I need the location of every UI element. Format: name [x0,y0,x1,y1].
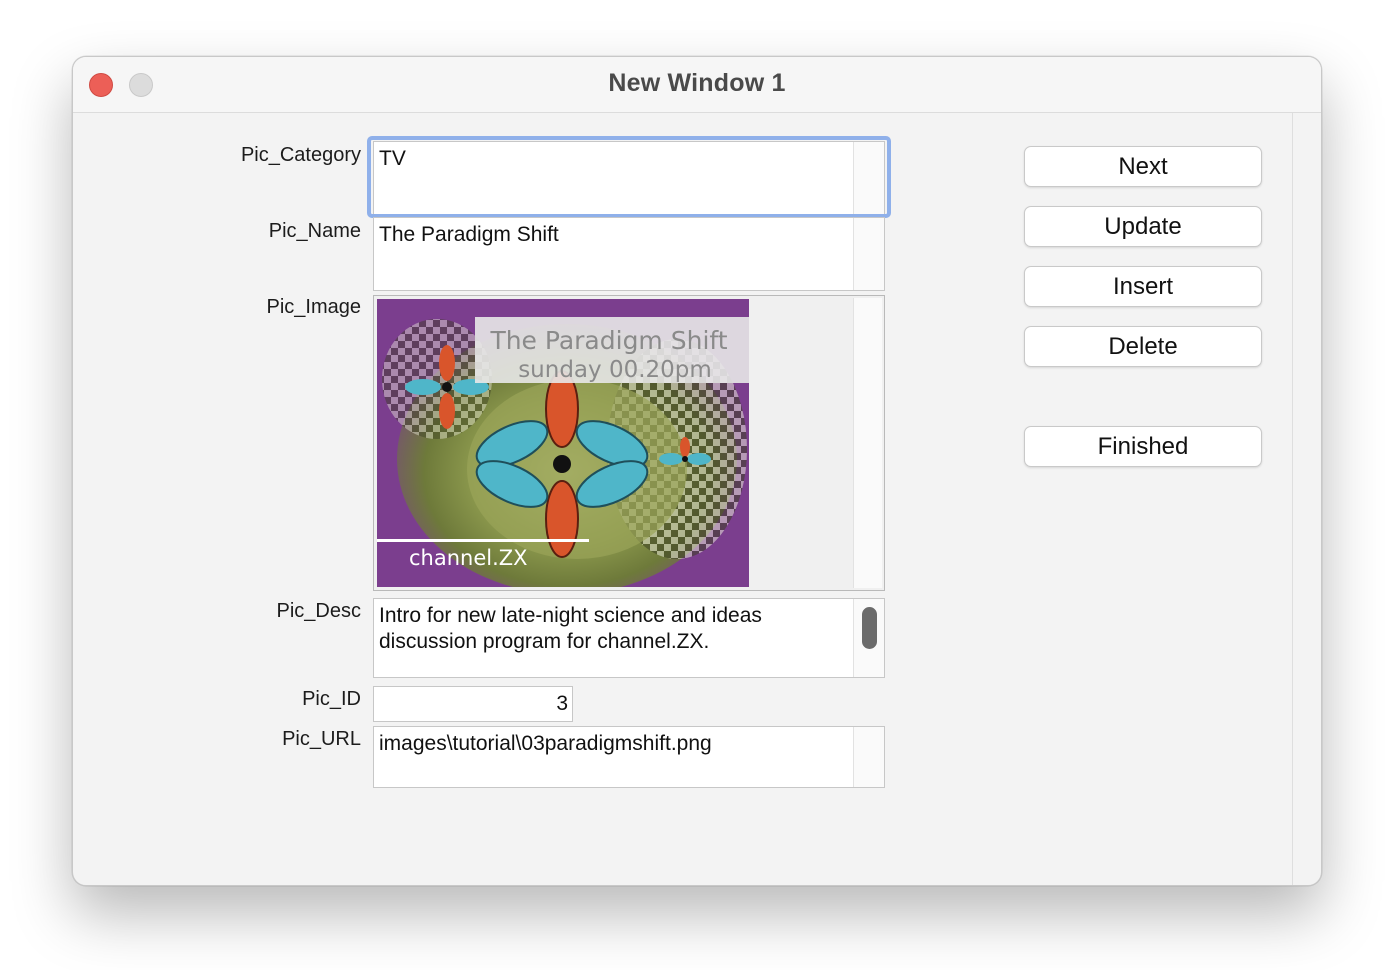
pic-id-label: Pic_ID [302,688,361,710]
app-window: New Window 1 Pic_Category TV Pic_Name Th… [72,56,1322,886]
pic-category-label: Pic_Category [240,144,361,166]
finished-button[interactable]: Finished [1024,426,1262,467]
image-banner-line2: sunday 00.20pm [518,357,712,383]
next-button[interactable]: Next [1024,146,1262,187]
pic-id-field[interactable]: 3 [373,686,573,722]
window-title: New Window 1 [608,69,786,97]
focus-ring [367,136,891,218]
pic-name-value: The Paradigm Shift [379,223,559,246]
scrollbar-thumb[interactable] [862,607,877,649]
paradigm-shift-image: The Paradigm Shift sunday 00.20pm channe… [377,299,749,587]
pic-name-field[interactable]: The Paradigm Shift [373,217,885,291]
scrollbar[interactable] [853,727,884,787]
divider [1292,113,1293,885]
image-footer-text: channel.ZX [409,546,528,570]
pic-name-label: Pic_Name [268,220,361,242]
title-bar[interactable]: New Window 1 [73,57,1321,113]
image-banner-line1: The Paradigm Shift [489,326,727,355]
scrollbar[interactable] [853,298,882,588]
pic-desc-label: Pic_Desc [276,600,361,622]
pic-url-value: images\tutorial\03paradigmshift.png [379,732,712,755]
pic-id-value: 3 [556,692,568,715]
delete-button[interactable]: Delete [1024,326,1262,367]
pic-image-field[interactable]: The Paradigm Shift sunday 00.20pm channe… [373,295,885,591]
pic-desc-value: Intro for new late-night science and ide… [379,604,762,653]
insert-button[interactable]: Insert [1024,266,1262,307]
scrollbar[interactable] [853,218,884,290]
pic-url-field[interactable]: images\tutorial\03paradigmshift.png [373,726,885,788]
update-button[interactable]: Update [1024,206,1262,247]
scrollbar[interactable] [853,599,884,677]
pic-url-label: Pic_URL [282,728,361,750]
pic-desc-field[interactable]: Intro for new late-night science and ide… [373,598,885,678]
pic-image-label: Pic_Image [266,296,362,318]
